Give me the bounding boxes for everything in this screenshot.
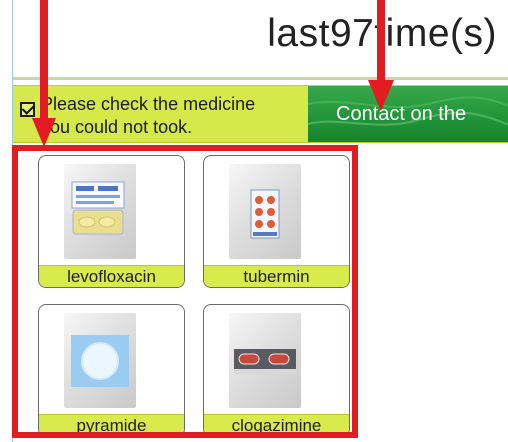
app-frame: last97time(s) Please check the medicine … — [12, 0, 508, 442]
medicine-label-pyramide: pyramide — [39, 414, 184, 436]
pill-blister-icon — [229, 164, 301, 259]
capsule-strip-icon — [229, 313, 301, 408]
medicine-label-tubermin: tubermin — [204, 265, 349, 287]
medicine-label-levofloxacin: levofloxacin — [39, 265, 184, 287]
medicine-card-clogazimine[interactable]: clogazimine — [203, 304, 350, 437]
medicine-check-checkbox[interactable] — [20, 102, 35, 117]
pill-sheet-icon — [64, 164, 136, 259]
notice-line-2: you could not took. — [41, 117, 193, 137]
contact-button[interactable]: Contact on the — [308, 86, 508, 142]
medicine-card-tubermin[interactable]: tubermin — [203, 155, 350, 288]
medicine-grid: levofloxacin tubermin pyramide clogazimi… — [25, 148, 365, 442]
contact-button-label: Contact on the — [336, 102, 467, 125]
medicine-label-clogazimine: clogazimine — [204, 414, 349, 436]
medicine-card-levofloxacin[interactable]: levofloxacin — [38, 155, 185, 288]
page-title: last97time(s) — [267, 12, 497, 55]
medicine-card-pyramide[interactable]: pyramide — [38, 304, 185, 437]
notice-bar: Please check the medicine you could not … — [13, 85, 508, 143]
header-area: last97time(s) — [13, 0, 508, 80]
notice-line-1: Please check the medicine — [41, 94, 256, 114]
notice-text: Please check the medicine you could not … — [41, 93, 293, 139]
white-pill-icon — [64, 313, 136, 408]
